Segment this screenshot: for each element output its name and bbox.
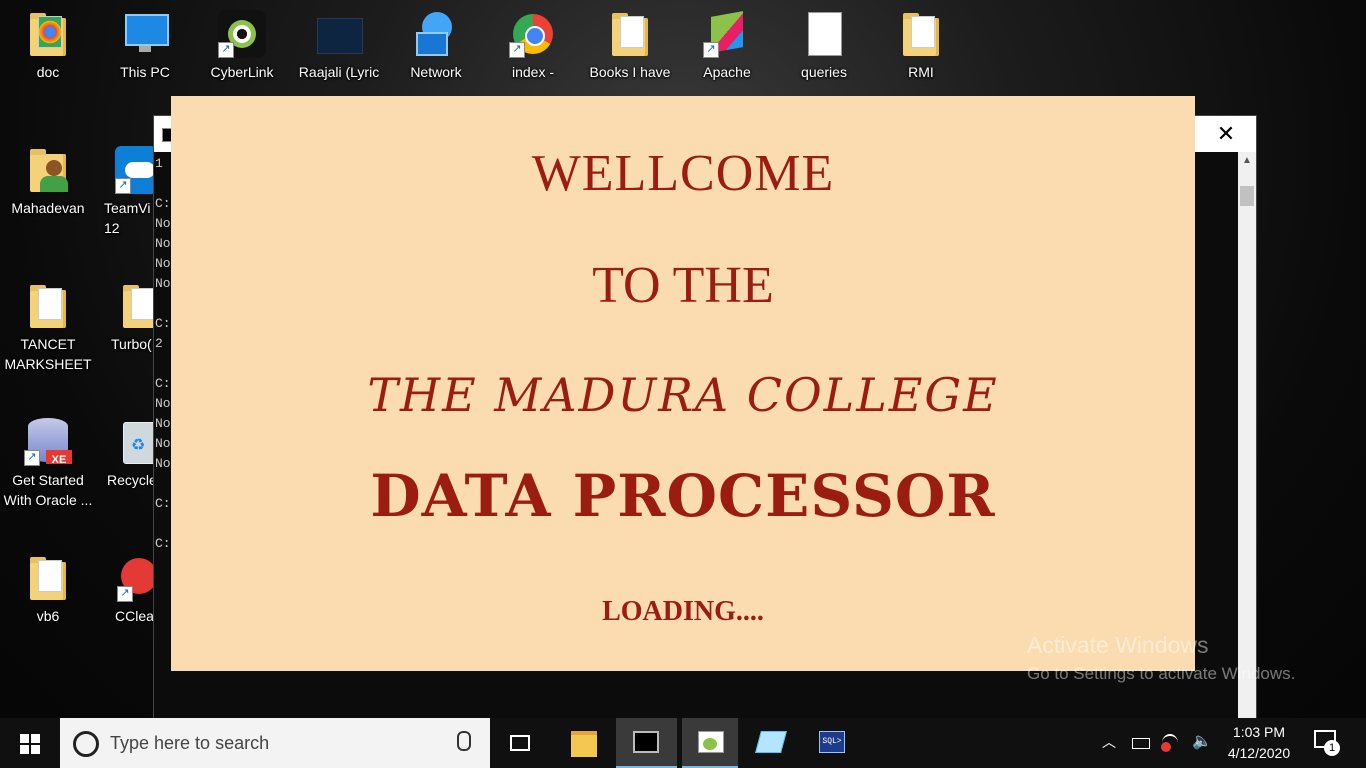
windows-logo-icon <box>20 734 40 754</box>
desktop-icon-raajali[interactable]: Raajali (Lyric <box>291 10 387 82</box>
cortana-icon <box>73 731 99 757</box>
teamviewer-icon: ↗ <box>115 146 153 194</box>
chrome-icon: ↗ <box>509 10 557 58</box>
desktop-icon-doc[interactable]: doc <box>0 10 96 82</box>
desktop-icon-tancet[interactable]: TANCET MARKSHEET <box>0 282 96 374</box>
task-view-icon <box>510 735 530 751</box>
clock-time: 1:03 PM <box>1232 724 1286 740</box>
taskbar-command-prompt[interactable] <box>616 718 677 768</box>
vertical-scrollbar[interactable]: ▲ <box>1238 152 1256 718</box>
splash-screen: WELLCOME TO THE THE MADURA COLLEGE DATA … <box>171 96 1195 671</box>
desktop-icon-recycle-bin[interactable]: ♻ Recycle <box>97 418 153 490</box>
database-icon: XE ↗ <box>24 418 72 466</box>
taskbar: Type here to search SQL> ︿ 🔈 1:03 PM 4/1… <box>0 718 1366 768</box>
shortcut-arrow-icon: ↗ <box>24 450 40 466</box>
video-file-icon <box>315 10 363 58</box>
activation-watermark-subtitle: Go to Settings to activate Windows. <box>1027 664 1296 683</box>
desktop-icon-ccleaner[interactable]: ↗ CClea <box>97 554 153 626</box>
battery-icon <box>1132 738 1150 749</box>
sqlplus-icon: SQL> <box>819 731 845 753</box>
desktop-icon-apache[interactable]: ↗ Apache <box>679 10 775 82</box>
desktop-icon-this-pc[interactable]: This PC <box>97 10 193 82</box>
folder-pdf-icon <box>606 10 654 58</box>
scrollbar-thumb[interactable] <box>1240 186 1254 206</box>
folder-chrome-icon <box>24 10 72 58</box>
splash-welcome: WELLCOME <box>531 145 835 202</box>
network-icon <box>412 10 460 58</box>
desktop-icon-books[interactable]: Books I have <box>582 10 678 82</box>
splash-loading: LOADING.... <box>602 596 764 627</box>
file-explorer-icon <box>571 731 597 757</box>
network-tray-button[interactable] <box>1158 718 1184 768</box>
desktop-icon-turbo[interactable]: Turbo( <box>97 282 153 354</box>
clock-date: 4/12/2020 <box>1227 745 1291 761</box>
search-placeholder: Type here to search <box>110 733 270 753</box>
desktop-icon-rmi[interactable]: RMI <box>873 10 969 82</box>
close-button[interactable]: ✕ <box>1196 116 1256 152</box>
scroll-up-icon[interactable]: ▲ <box>1238 152 1256 170</box>
speaker-icon: 🔈 <box>1192 733 1212 750</box>
volume-button[interactable]: 🔈 <box>1190 718 1216 768</box>
recycle-bin-icon: ♻ <box>117 418 153 466</box>
taskbar-sqlplus[interactable]: SQL> <box>803 718 859 768</box>
microphone-icon[interactable] <box>457 731 471 751</box>
folder-pdf-icon <box>24 282 72 330</box>
desktop-icon-network[interactable]: Network <box>388 10 484 82</box>
notes-app-icon <box>755 731 787 753</box>
shortcut-arrow-icon: ↗ <box>509 42 525 58</box>
shortcut-arrow-icon: ↗ <box>218 42 234 58</box>
desktop-icon-queries[interactable]: queries <box>776 10 872 82</box>
folder-icon <box>897 10 945 58</box>
taskbar-notes-app[interactable] <box>742 718 798 768</box>
taskbar-notepad-plus[interactable] <box>682 718 738 768</box>
shortcut-arrow-icon: ↗ <box>703 42 719 58</box>
cyberlink-icon: ↗ <box>218 10 266 58</box>
desktop-icon-index[interactable]: ↗ index - <box>485 10 581 82</box>
activation-watermark-title: Activate Windows <box>1027 632 1209 658</box>
desktop-icon-oracle[interactable]: XE ↗ Get Started With Oracle ... <box>0 418 96 510</box>
splash-app-title: DATA PROCESSOR <box>370 462 996 530</box>
netbeans-icon: ↗ <box>703 10 751 58</box>
system-clock[interactable]: 1:03 PM 4/12/2020 <box>1224 722 1294 764</box>
chevron-up-icon: ︿ <box>1102 734 1116 750</box>
splash-to-the: TO THE <box>592 257 774 314</box>
desktop-icon-cyberlink[interactable]: ↗ CyberLink <box>194 10 290 82</box>
battery-button[interactable] <box>1130 718 1152 768</box>
start-button[interactable] <box>0 718 60 768</box>
desktop-icon-vb6[interactable]: vb6 <box>0 554 96 626</box>
action-center-button[interactable]: 1 <box>1314 728 1340 756</box>
shortcut-arrow-icon: ↗ <box>117 586 133 602</box>
splash-college-name: THE MADURA COLLEGE <box>367 368 999 422</box>
search-box[interactable]: Type here to search <box>60 718 490 768</box>
text-file-icon <box>800 10 848 58</box>
desktop-icon-mahadevan[interactable]: Mahadevan <box>0 146 96 218</box>
computer-icon <box>121 10 169 58</box>
show-hidden-icons-button[interactable]: ︿ <box>1100 718 1120 768</box>
folder-icon <box>24 554 72 602</box>
notepad-plus-icon <box>698 731 724 753</box>
notification-badge: 1 <box>1324 740 1340 756</box>
desktop-icon-teamviewer[interactable]: ↗ TeamVi 12 <box>97 146 153 238</box>
error-badge-icon <box>1161 742 1171 752</box>
task-view-button[interactable] <box>492 718 548 768</box>
command-prompt-icon <box>633 731 659 753</box>
taskbar-file-explorer[interactable] <box>555 718 611 768</box>
ccleaner-icon: ↗ <box>117 554 153 602</box>
user-folder-icon <box>24 146 72 194</box>
shortcut-arrow-icon: ↗ <box>115 178 131 194</box>
folder-icon <box>117 282 153 330</box>
